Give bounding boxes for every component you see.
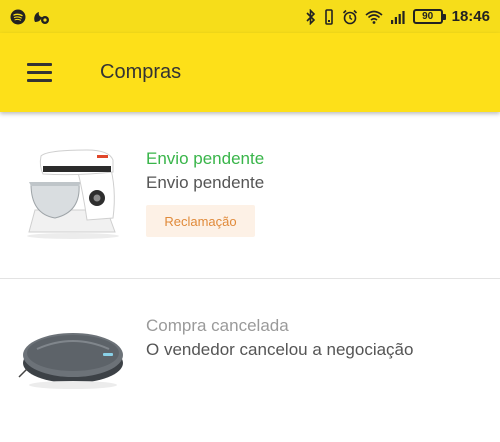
purchase-item-robot-vacuum[interactable]: Compra cancelada O vendedor cancelou a n… [0,279,500,442]
spotify-icon [10,9,26,24]
purchase-item-stand-mixer[interactable]: Envio pendente Envio pendente Reclamação [0,112,500,279]
status-right-icons: 90 18:46 [306,8,490,25]
robot-vacuum-product-image [0,315,146,395]
app-bar: Compras [0,33,500,112]
clock: 18:46 [451,8,490,25]
purchase-detail: Envio pendente [146,173,265,192]
battery-icon: 90 [412,9,446,24]
purchase-list: Envio pendente Envio pendente Reclamação… [0,112,500,442]
notification-icon [34,11,49,24]
stand-mixer-product-image [0,148,146,242]
wifi-icon [365,10,383,24]
purchase-info: Compra cancelada O vendedor cancelou a n… [146,315,413,363]
hamburger-menu-icon [26,63,52,82]
battery-level: 90 [422,11,434,22]
claim-button[interactable]: Reclamação [146,205,255,237]
purchase-status: Compra cancelada [146,316,289,335]
purchase-detail: O vendedor cancelou a negociação [146,340,414,359]
status-left-icons [10,9,50,25]
vibrate-icon [324,8,333,25]
alarm-icon [342,9,357,24]
menu-button[interactable] [0,33,78,112]
signal-icon [390,10,405,24]
status-bar: 90 18:46 [0,0,500,33]
bluetooth-icon [306,8,315,25]
purchase-info: Envio pendente Envio pendente Reclamação [146,148,264,237]
page-title: Compras [100,61,182,83]
purchase-status: Envio pendente [146,149,265,168]
